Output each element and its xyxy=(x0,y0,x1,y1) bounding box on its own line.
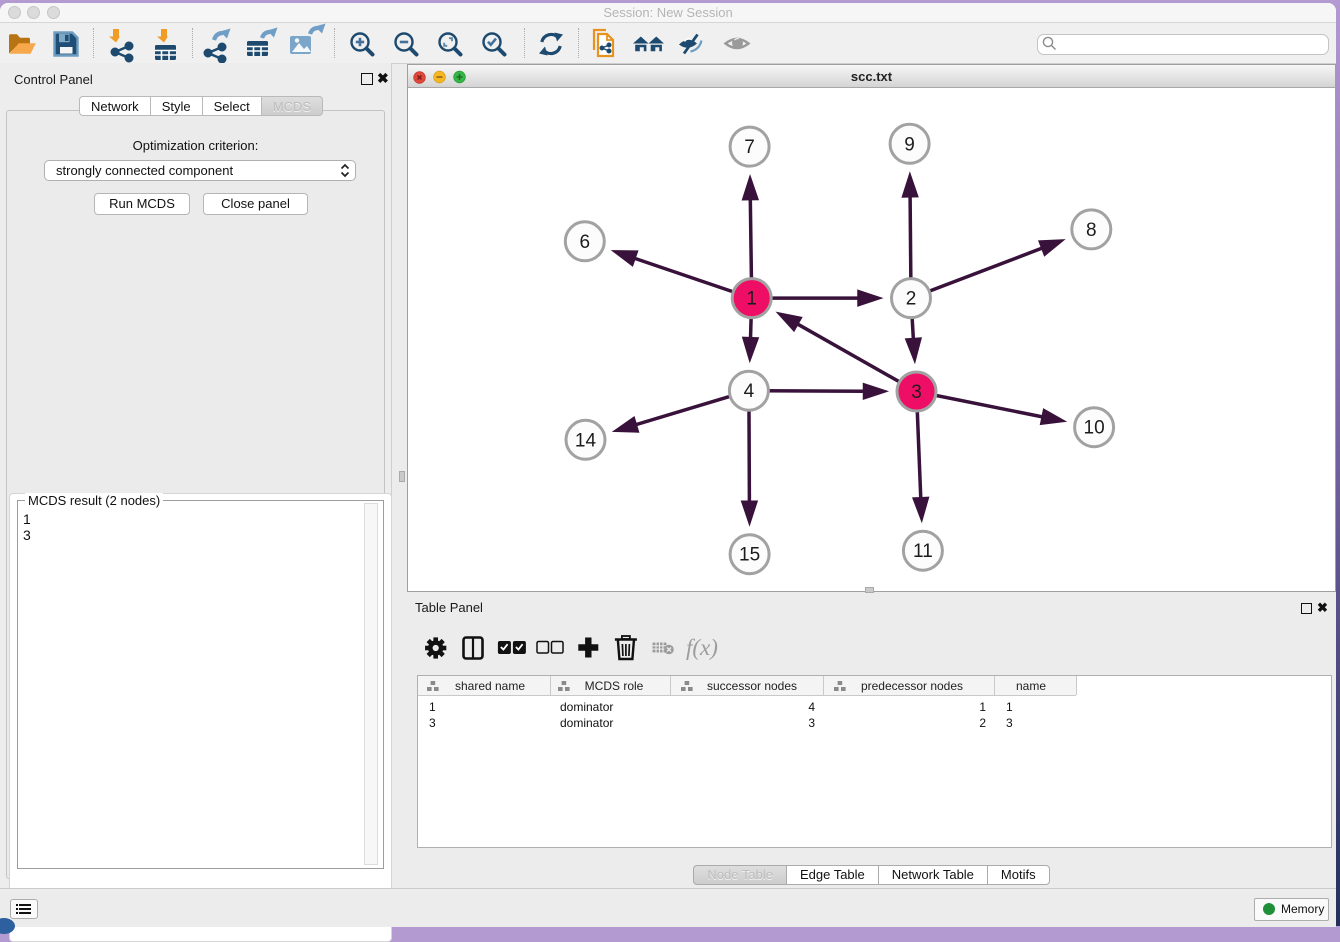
svg-text:f(x): f(x) xyxy=(686,635,718,660)
svg-text:successor nodes: successor nodes xyxy=(707,679,797,693)
svg-text:11: 11 xyxy=(913,541,933,562)
svg-text:14: 14 xyxy=(575,430,597,451)
svg-text:3: 3 xyxy=(911,382,922,403)
svg-text:8: 8 xyxy=(1086,220,1097,241)
svg-text:9: 9 xyxy=(904,134,915,155)
svg-text:MCDS role: MCDS role xyxy=(585,679,644,693)
svg-text:10: 10 xyxy=(1084,418,1105,439)
svg-text:6: 6 xyxy=(580,232,591,253)
svg-text:4: 4 xyxy=(744,381,755,402)
svg-text:1: 1 xyxy=(746,289,757,310)
svg-text:2: 2 xyxy=(906,289,917,310)
svg-text:shared name: shared name xyxy=(455,679,525,693)
svg-text:15: 15 xyxy=(739,545,760,566)
svg-text:name: name xyxy=(1016,679,1046,693)
svg-text:7: 7 xyxy=(744,137,755,158)
svg-text:predecessor nodes: predecessor nodes xyxy=(861,679,963,693)
